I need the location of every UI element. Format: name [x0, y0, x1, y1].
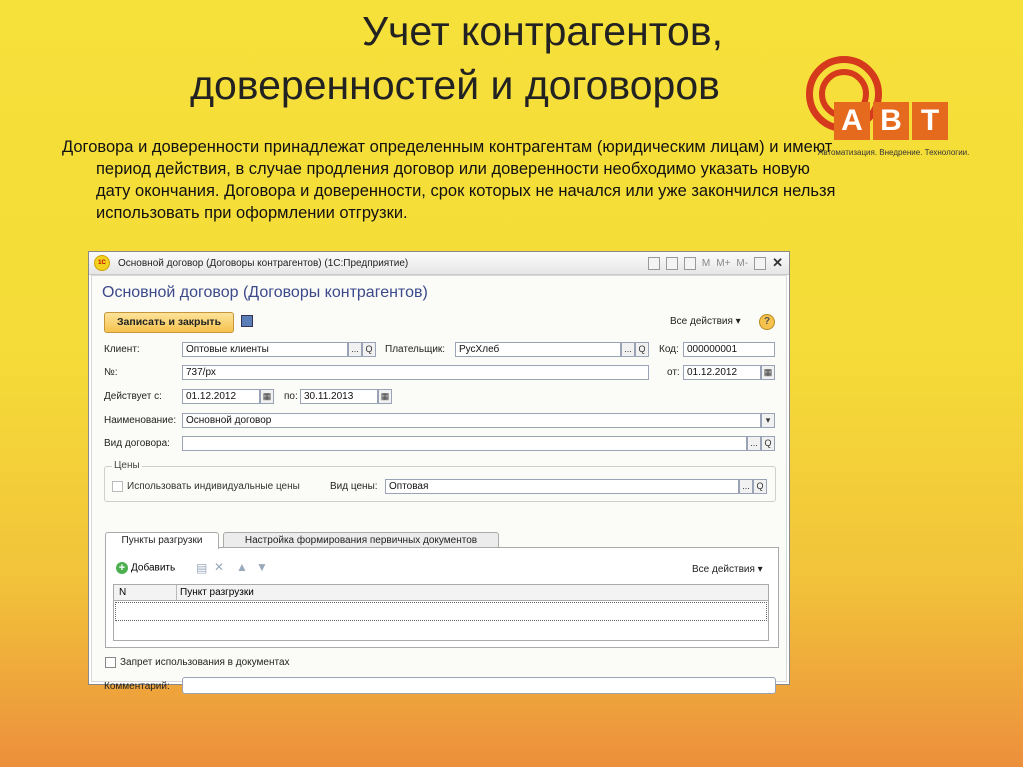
- valid-to-field[interactable]: 30.11.2013: [300, 389, 378, 404]
- client-field[interactable]: Оптовые клиенты: [182, 342, 348, 357]
- add-button-label: Добавить: [131, 562, 176, 574]
- column-n[interactable]: N: [119, 587, 126, 598]
- client-search-icon[interactable]: Q: [362, 342, 376, 357]
- calendar-icon[interactable]: [683, 256, 696, 270]
- title-line-2: доверенностей и договоров: [190, 62, 720, 108]
- code-label: Код:: [659, 344, 679, 355]
- all-actions-menu[interactable]: Все действия ▾: [670, 316, 741, 327]
- logo-letter: Т: [912, 102, 948, 140]
- from-calendar-icon[interactable]: ▦: [761, 365, 775, 380]
- kind-search-icon[interactable]: Q: [761, 436, 775, 451]
- valid-from-field[interactable]: 01.12.2012: [182, 389, 260, 404]
- logo-tagline: Автоматизация. Внедрение. Технологии.: [818, 148, 970, 157]
- memory-m-button[interactable]: M: [702, 258, 710, 269]
- 1c-app-icon: 1С: [94, 255, 110, 271]
- save-icon[interactable]: [241, 315, 253, 327]
- logo-letters: А В Т: [834, 102, 948, 140]
- individual-prices-label: Использовать индивидуальные цены: [127, 481, 300, 492]
- client-select-button[interactable]: ...: [348, 342, 362, 357]
- form-body: Основной договор (Договоры контрагентов)…: [91, 275, 787, 694]
- payer-field[interactable]: РусХлеб: [455, 342, 621, 357]
- kind-select-button[interactable]: ...: [747, 436, 761, 451]
- favorite-icon[interactable]: [647, 256, 660, 270]
- valid-to-label: по:: [284, 391, 298, 402]
- comment-field[interactable]: [182, 677, 776, 694]
- table-header: N Пункт разгрузки: [113, 584, 769, 601]
- prices-group-label: Цены: [112, 460, 142, 471]
- ban-usage-checkbox[interactable]: [105, 657, 116, 668]
- save-and-close-button[interactable]: Записать и закрыть: [104, 312, 234, 333]
- code-field[interactable]: 000000001: [683, 342, 775, 357]
- unloading-points-panel: + Добавить ▤ ✕ ▲ ▼ Все действия ▾ N Пункт…: [105, 547, 779, 648]
- number-label: №:: [104, 367, 118, 378]
- table-body[interactable]: [113, 601, 769, 641]
- valid-from-label: Действует с:: [104, 391, 162, 402]
- price-type-search-icon[interactable]: Q: [753, 479, 767, 494]
- name-field[interactable]: Основной договор: [182, 413, 761, 428]
- name-dropdown-icon[interactable]: ▾: [761, 413, 775, 428]
- delete-icon[interactable]: ✕: [214, 560, 224, 574]
- copy-icon[interactable]: ▤: [196, 561, 207, 575]
- table-row[interactable]: [115, 602, 767, 621]
- form-title: Основной договор (Договоры контрагентов): [102, 284, 428, 301]
- price-type-label: Вид цены:: [330, 481, 378, 492]
- column-unloading-point[interactable]: Пункт разгрузки: [180, 587, 254, 598]
- calculator-icon[interactable]: [665, 256, 678, 270]
- window-title: Основной договор (Договоры контрагентов)…: [118, 257, 409, 269]
- maximize-icon[interactable]: [754, 256, 767, 270]
- avt-logo: А В Т Автоматизация. Внедрение. Технолог…: [800, 56, 985, 166]
- logo-letter: В: [873, 102, 909, 140]
- add-icon: +: [116, 562, 128, 574]
- from-date-field[interactable]: 01.12.2012: [683, 365, 761, 380]
- payer-search-icon[interactable]: Q: [635, 342, 649, 357]
- column-separator: [176, 585, 177, 600]
- payer-label: Плательщик:: [385, 344, 446, 355]
- add-button[interactable]: + Добавить: [116, 562, 175, 574]
- close-icon[interactable]: ✕: [772, 255, 783, 271]
- move-down-icon[interactable]: ▼: [256, 560, 268, 574]
- comment-label: Комментарий:: [104, 681, 170, 692]
- slide-title: Учет контрагентов, доверенностей и догов…: [0, 4, 900, 112]
- title-line-1: Учет контрагентов,: [361, 8, 724, 54]
- price-type-select-button[interactable]: ...: [739, 479, 753, 494]
- kind-label: Вид договора:: [104, 438, 170, 449]
- move-up-icon[interactable]: ▲: [236, 560, 248, 574]
- slide-description: Договора и доверенности принадлежат опре…: [62, 138, 836, 222]
- kind-field[interactable]: [182, 436, 747, 451]
- price-type-field[interactable]: Оптовая: [385, 479, 739, 494]
- contract-window: 1С Основной договор (Договоры контрагент…: [88, 251, 790, 694]
- valid-from-calendar-icon[interactable]: ▦: [260, 389, 274, 404]
- memory-mminus-button[interactable]: M-: [736, 258, 748, 269]
- name-label: Наименование:: [104, 415, 177, 426]
- from-label: от:: [667, 367, 680, 378]
- valid-to-calendar-icon[interactable]: ▦: [378, 389, 392, 404]
- table-all-actions-menu[interactable]: Все действия ▾: [692, 564, 763, 575]
- number-field[interactable]: 737/рх: [182, 365, 649, 380]
- memory-mplus-button[interactable]: M+: [716, 258, 730, 269]
- individual-prices-checkbox[interactable]: [112, 481, 123, 492]
- payer-select-button[interactable]: ...: [621, 342, 635, 357]
- client-label: Клиент:: [104, 344, 140, 355]
- window-titlebar[interactable]: 1С Основной договор (Договоры контрагент…: [89, 252, 789, 275]
- titlebar-controls: M M+ M- ✕: [647, 255, 783, 271]
- tab-unloading-points[interactable]: Пункты разгрузки: [105, 532, 219, 549]
- ban-usage-label: Запрет использования в документах: [120, 657, 290, 668]
- logo-letter: А: [834, 102, 870, 140]
- help-icon[interactable]: ?: [759, 314, 775, 330]
